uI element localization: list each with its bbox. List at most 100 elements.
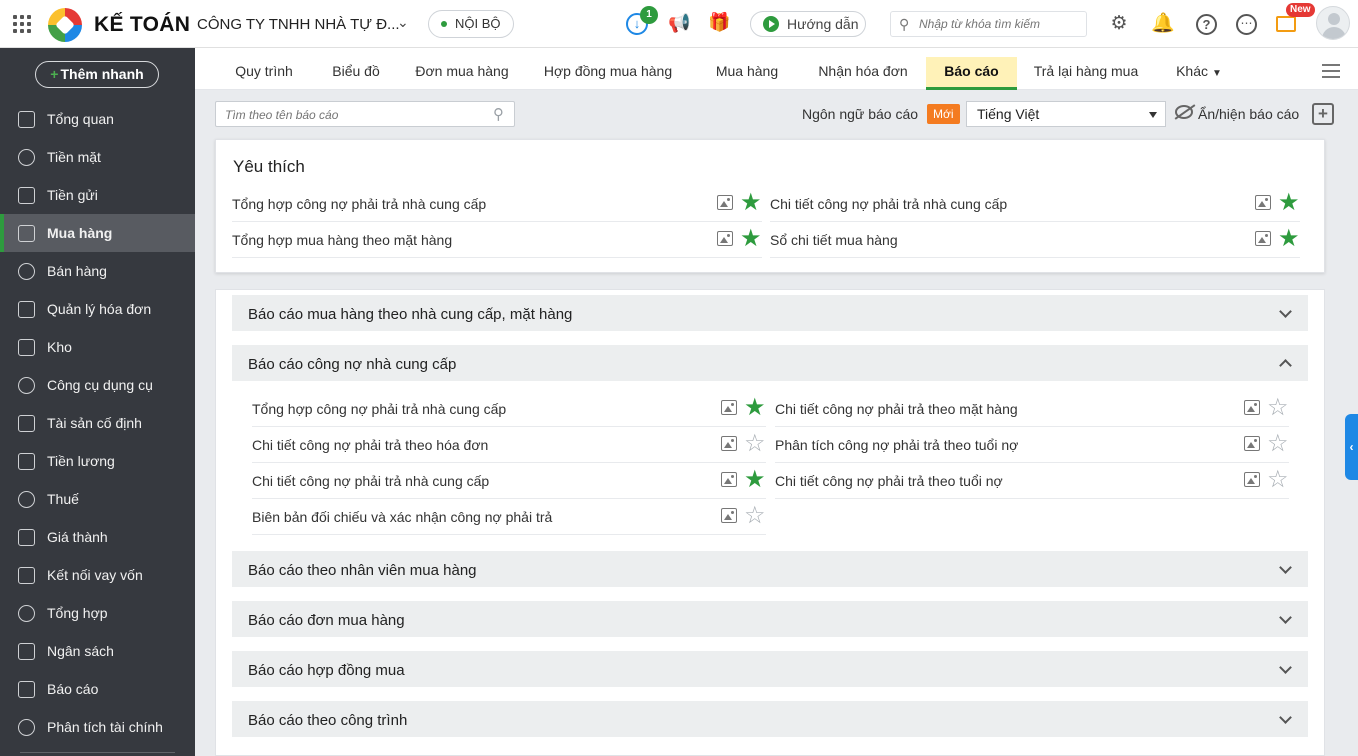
sidebar-item[interactable]: Kết nối vay vốn (0, 556, 195, 594)
collapse-panel-handle[interactable]: ‹ (1345, 414, 1358, 480)
star-icon[interactable]: ★ (740, 226, 762, 252)
sidebar-item[interactable]: Tiền gửi (0, 176, 195, 214)
report-row[interactable]: Chi tiết công nợ phải trả theo tuổi nợ ☆ (775, 463, 1289, 499)
bell-icon[interactable]: 🔔 (1151, 13, 1175, 35)
star-icon[interactable]: ★ (744, 467, 766, 493)
star-icon[interactable]: ★ (744, 395, 766, 421)
global-search[interactable]: ⚲ (890, 11, 1087, 37)
sidebar-item[interactable]: Giá thành (0, 518, 195, 556)
sidebar-item[interactable]: Tiền mặt (0, 138, 195, 176)
star-icon[interactable]: ☆ (1267, 431, 1289, 457)
report-group-header[interactable]: Báo cáo mua hàng theo nhà cung cấp, mặt … (232, 295, 1308, 331)
tab-charts[interactable]: Biểu đồ (321, 57, 391, 90)
report-row[interactable]: Chi tiết công nợ phải trả nhà cung cấp ★ (252, 463, 766, 499)
sidebar-item[interactable]: Bán hàng (0, 252, 195, 290)
sidebar-item[interactable]: Báo cáo (0, 670, 195, 708)
image-preview-icon[interactable] (1244, 400, 1260, 415)
report-search[interactable]: ⚲ (215, 101, 515, 127)
report-row[interactable]: Tổng hợp mua hàng theo mặt hàng ★ (232, 222, 762, 258)
report-name[interactable]: Tổng hợp công nợ phải trả nhà cung cấp (252, 401, 506, 417)
report-row[interactable]: Tổng hợp công nợ phải trả nhà cung cấp ★ (252, 391, 766, 427)
report-name[interactable]: Tổng hợp mua hàng theo mặt hàng (232, 232, 452, 248)
sidebar-item[interactable]: Ngân sách (0, 632, 195, 670)
star-icon[interactable]: ★ (1278, 190, 1300, 216)
image-preview-icon[interactable] (1244, 472, 1260, 487)
report-row[interactable]: Phân tích công nợ phải trả theo tuổi nợ ☆ (775, 427, 1289, 463)
image-preview-icon[interactable] (717, 195, 733, 210)
sidebar-item[interactable]: Quản lý hóa đơn (0, 290, 195, 328)
tab-reports[interactable]: Báo cáo (926, 57, 1017, 90)
tab-process[interactable]: Quy trình (225, 57, 303, 90)
report-row[interactable]: Sổ chi tiết mua hàng ★ (770, 222, 1300, 258)
column-settings-icon[interactable] (1322, 62, 1342, 80)
chevron-down-icon[interactable] (1279, 611, 1292, 624)
report-name[interactable]: Chi tiết công nợ phải trả theo mặt hàng (775, 401, 1018, 417)
image-preview-icon[interactable] (1244, 436, 1260, 451)
sidebar-item[interactable]: Mua hàng (0, 214, 195, 252)
sidebar-item[interactable]: Thuế (0, 480, 195, 518)
sidebar-item[interactable]: Kho (0, 328, 195, 366)
star-icon[interactable]: ★ (740, 190, 762, 216)
sidebar-item[interactable]: Công cụ dụng cụ (0, 366, 195, 404)
tab-more[interactable]: Khác ▼ (1170, 57, 1228, 90)
star-icon[interactable]: ☆ (1267, 467, 1289, 493)
more-icon[interactable]: ⋯ (1236, 14, 1257, 35)
tab-purchase-contracts[interactable]: Hợp đồng mua hàng (535, 57, 681, 90)
help-icon[interactable]: ? (1196, 14, 1217, 35)
app-launcher-icon[interactable] (13, 15, 31, 33)
report-group-header[interactable]: Báo cáo công nợ nhà cung cấp (232, 345, 1308, 381)
report-name[interactable]: Phân tích công nợ phải trả theo tuổi nợ (775, 437, 1018, 453)
image-preview-icon[interactable] (721, 436, 737, 451)
report-name[interactable]: Chi tiết công nợ phải trả theo tuổi nợ (775, 473, 1003, 489)
report-name[interactable]: Chi tiết công nợ phải trả nhà cung cấp (252, 473, 489, 489)
image-preview-icon[interactable] (1255, 231, 1271, 246)
quick-add-button[interactable]: + Thêm nhanh (35, 61, 159, 88)
report-row[interactable]: Chi tiết công nợ phải trả theo mặt hàng ☆ (775, 391, 1289, 427)
image-preview-icon[interactable] (717, 231, 733, 246)
eye-off-icon[interactable] (1175, 105, 1193, 119)
chevron-down-icon[interactable] (1279, 661, 1292, 674)
report-group-header[interactable]: Báo cáo theo công trình (232, 701, 1308, 737)
guide-button[interactable]: Hướng dẫn (750, 11, 866, 37)
megaphone-icon[interactable]: 📢 (668, 13, 690, 35)
scope-selector[interactable]: NỘI BỘ (428, 10, 514, 38)
report-name[interactable]: Sổ chi tiết mua hàng (770, 232, 898, 248)
chevron-up-icon[interactable] (1279, 359, 1292, 372)
gear-icon[interactable]: ⚙ (1108, 13, 1130, 35)
report-group-header[interactable]: Báo cáo đơn mua hàng (232, 601, 1308, 637)
image-preview-icon[interactable] (721, 508, 737, 523)
star-icon[interactable]: ☆ (744, 503, 766, 529)
sidebar-item[interactable]: Tổng quan (0, 100, 195, 138)
star-icon[interactable]: ☆ (1267, 395, 1289, 421)
image-preview-icon[interactable] (721, 400, 737, 415)
tab-purchase-orders[interactable]: Đơn mua hàng (407, 57, 517, 90)
star-icon[interactable]: ★ (1278, 226, 1300, 252)
report-language-select[interactable]: Tiếng Việt (966, 101, 1166, 127)
tab-receive-invoice[interactable]: Nhận hóa đơn (807, 57, 919, 90)
gift-icon[interactable]: 🎁 (708, 12, 730, 34)
report-name[interactable]: Chi tiết công nợ phải trả nhà cung cấp (770, 196, 1007, 212)
report-row[interactable]: Biên bản đối chiếu và xác nhận công nợ p… (252, 499, 766, 535)
sidebar-item[interactable]: Tổng hợp (0, 594, 195, 632)
image-preview-icon[interactable] (1255, 195, 1271, 210)
report-group-header[interactable]: Báo cáo theo nhân viên mua hàng (232, 551, 1308, 587)
report-group-header[interactable]: Báo cáo hợp đồng mua (232, 651, 1308, 687)
chevron-down-icon[interactable] (1279, 305, 1292, 318)
tab-purchase-returns[interactable]: Trả lại hàng mua (1027, 57, 1145, 90)
mail-icon[interactable] (1276, 16, 1296, 32)
chevron-down-icon[interactable]: ⌄ (397, 14, 409, 31)
toggle-reports-button[interactable]: Ẩn/hiện báo cáo (1198, 106, 1299, 122)
chevron-down-icon[interactable] (1279, 711, 1292, 724)
global-search-input[interactable] (919, 15, 1079, 33)
add-report-icon[interactable]: + (1312, 103, 1334, 125)
image-preview-icon[interactable] (721, 472, 737, 487)
star-icon[interactable]: ☆ (744, 431, 766, 457)
sidebar-item[interactable]: Phân tích tài chính (0, 708, 195, 746)
avatar[interactable] (1316, 6, 1350, 40)
report-row[interactable]: Chi tiết công nợ phải trả nhà cung cấp ★ (770, 186, 1300, 222)
report-row[interactable]: Chi tiết công nợ phải trả theo hóa đơn ☆ (252, 427, 766, 463)
company-name[interactable]: CÔNG TY TNHH NHÀ TỰ Đ... (197, 16, 400, 33)
report-name[interactable]: Tổng hợp công nợ phải trả nhà cung cấp (232, 196, 486, 212)
sidebar-item[interactable]: Tài sản cố định (0, 404, 195, 442)
chevron-down-icon[interactable] (1279, 561, 1292, 574)
